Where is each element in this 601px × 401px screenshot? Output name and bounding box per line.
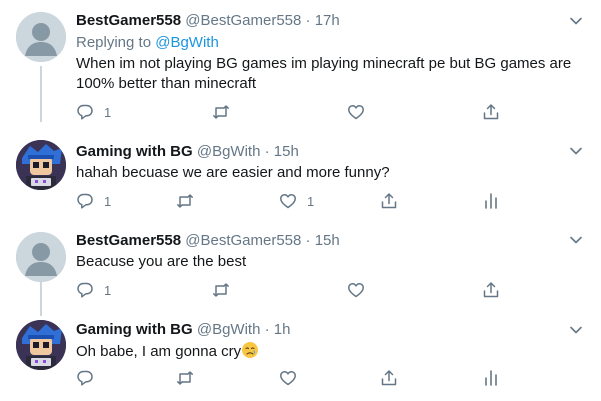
like-button[interactable]	[279, 369, 307, 387]
share-button[interactable]	[482, 281, 500, 299]
tweet-header: Gaming with BG @BgWith · 15h	[76, 142, 299, 162]
reply-icon	[77, 370, 93, 386]
retweet-button[interactable]	[176, 192, 194, 210]
gaming-character-avatar-image	[16, 320, 66, 370]
tweet-text: Beacuse you are the best	[76, 253, 247, 270]
retweet-icon	[213, 283, 229, 297]
tweet-actions: 1	[76, 103, 516, 125]
display-name[interactable]: BestGamer558	[76, 232, 181, 249]
reply-button[interactable]: 1	[76, 281, 111, 299]
timestamp[interactable]: 1h	[274, 321, 291, 338]
like-count: 1	[307, 193, 315, 209]
tweet-header: BestGamer558 @BestGamer558 · 17h	[76, 11, 340, 31]
replying-to-label: Replying to	[76, 34, 152, 51]
analytics-icon	[485, 370, 497, 386]
share-button[interactable]	[380, 192, 398, 210]
share-icon	[381, 370, 397, 386]
reply-icon	[77, 193, 93, 209]
tweet[interactable]: BestGamer558 @BestGamer558 · 17h Replyin…	[0, 0, 601, 128]
share-button[interactable]	[482, 103, 500, 121]
replying-to-line: Replying to @BgWith	[76, 33, 586, 53]
reply-button[interactable]: 1	[76, 192, 111, 210]
tweet-text-line: Oh babe, I am gonna cry	[76, 341, 586, 362]
like-icon	[348, 104, 364, 120]
reply-button[interactable]: 1	[76, 103, 111, 121]
tweet-header: Gaming with BG @BgWith · 1h	[76, 320, 290, 340]
retweet-icon	[177, 194, 193, 208]
tweet-header: BestGamer558 @BestGamer558 · 15h	[76, 231, 340, 251]
default-profile-icon	[16, 12, 66, 62]
timestamp[interactable]: 15h	[315, 232, 340, 249]
replying-to-handle[interactable]: @BgWith	[155, 34, 219, 51]
retweet-button[interactable]	[212, 103, 230, 121]
tweet-text: Oh babe, I am gonna cry	[76, 343, 242, 360]
reply-button[interactable]	[76, 369, 104, 387]
separator-dot: ·	[305, 232, 311, 249]
like-button[interactable]	[347, 103, 375, 121]
analytics-button[interactable]	[482, 192, 500, 210]
separator-dot: ·	[264, 143, 270, 160]
tweet-actions	[76, 369, 516, 391]
reply-icon	[77, 282, 93, 298]
tweet-actions: 1	[76, 281, 516, 303]
tweet-text: hahah becuase we are easier and more fun…	[76, 164, 390, 181]
display-name[interactable]: Gaming with BG	[76, 321, 193, 338]
user-handle[interactable]: @BgWith	[197, 321, 261, 338]
separator-dot: ·	[264, 321, 270, 338]
chevron-down-icon[interactable]	[569, 233, 583, 247]
like-icon	[348, 282, 364, 298]
analytics-button[interactable]	[482, 369, 500, 387]
tweet-text: When im not playing BG games im playing …	[76, 55, 572, 92]
share-icon	[381, 193, 397, 209]
analytics-icon	[485, 193, 497, 209]
retweet-icon	[213, 105, 229, 119]
reply-icon	[77, 104, 93, 120]
share-button[interactable]	[380, 369, 398, 387]
timestamp[interactable]: 15h	[274, 143, 299, 160]
share-icon	[483, 282, 499, 298]
chevron-down-icon[interactable]	[569, 323, 583, 337]
avatar[interactable]	[16, 140, 66, 190]
tweet-actions: 1 1	[76, 192, 516, 214]
like-icon	[280, 193, 296, 209]
tweet[interactable]: Gaming with BG @BgWith · 1h Oh babe, I a…	[0, 312, 601, 401]
timestamp[interactable]: 17h	[315, 12, 340, 29]
display-name[interactable]: BestGamer558	[76, 12, 181, 29]
avatar[interactable]	[16, 12, 66, 62]
tweet[interactable]: BestGamer558 @BestGamer558 · 15h Beacuse…	[0, 220, 601, 312]
retweet-button[interactable]	[212, 281, 230, 299]
reply-count: 1	[104, 282, 112, 298]
separator-dot: ·	[305, 12, 311, 29]
default-profile-icon	[16, 232, 66, 282]
avatar[interactable]	[16, 232, 66, 282]
user-handle[interactable]: @BestGamer558	[185, 12, 301, 29]
like-icon	[280, 370, 296, 386]
like-button[interactable]: 1	[279, 192, 314, 210]
gaming-character-avatar-image	[16, 140, 66, 190]
share-icon	[483, 104, 499, 120]
reply-count: 1	[104, 104, 112, 120]
retweet-button[interactable]	[176, 369, 194, 387]
retweet-icon	[177, 371, 193, 385]
user-handle[interactable]: @BestGamer558	[185, 232, 301, 249]
like-button[interactable]	[347, 281, 375, 299]
crying-face-emoji	[242, 342, 259, 358]
chevron-down-icon[interactable]	[569, 14, 583, 28]
display-name[interactable]: Gaming with BG	[76, 143, 193, 160]
user-handle[interactable]: @BgWith	[197, 143, 261, 160]
avatar[interactable]	[16, 320, 66, 370]
tweet[interactable]: Gaming with BG @BgWith · 15h hahah becua…	[0, 130, 601, 218]
reply-count: 1	[104, 193, 112, 209]
chevron-down-icon[interactable]	[569, 144, 583, 158]
